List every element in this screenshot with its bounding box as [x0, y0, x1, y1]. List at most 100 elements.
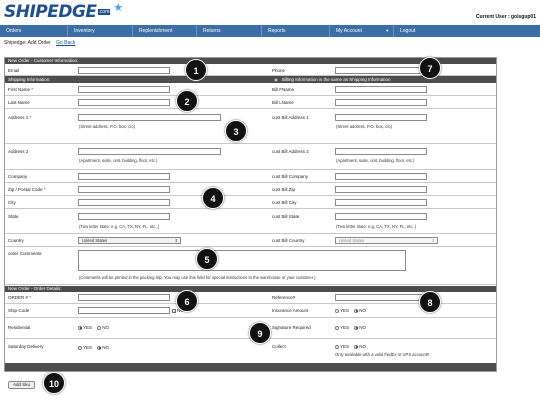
logo-text: SHIPEDGE [4, 2, 97, 22]
address2-hint: (Apartment, suite, unit, building, floor… [79, 158, 158, 163]
collect-yes-radio[interactable] [335, 344, 339, 349]
city-row: City cust Bill City [5, 196, 496, 209]
saturday-radio-group: YES NO [78, 345, 113, 350]
saturday-label: Saturday Delivery [8, 344, 44, 349]
shipedge-logo[interactable]: SHIPEDGE .com ★ [4, 2, 134, 23]
signature-radio-group: YES NO [335, 325, 370, 330]
first-name-input[interactable] [78, 86, 170, 93]
phone-input[interactable] [335, 67, 427, 74]
nav-my-account-label: My Account [336, 28, 362, 34]
city-label: City [8, 200, 16, 205]
bill-country-select[interactable]: United States ⇕ [335, 237, 438, 244]
address1-input[interactable] [78, 114, 221, 121]
nav-reports[interactable]: Reports [262, 25, 330, 37]
saturday-no-radio[interactable] [97, 345, 102, 350]
billing-same-label: Billing Information is the same as Shipp… [282, 77, 391, 82]
residential-radio-group: YES NO [78, 325, 113, 330]
order-number-label: ORDER # * [8, 295, 32, 300]
ship-code-input[interactable] [78, 307, 170, 314]
reference-label: Reference# [272, 295, 296, 300]
comments-row: order Comments (Comments will be printed… [5, 247, 496, 285]
insurance-no-radio[interactable] [354, 308, 359, 313]
signature-no-radio[interactable] [354, 325, 359, 330]
collect-note: Only available with a valid FedEx or UPS… [335, 352, 430, 357]
nav-returns[interactable]: Returns [197, 25, 262, 37]
callout-marker-6: 6 [176, 290, 198, 312]
bill-city-input[interactable] [335, 199, 427, 206]
order-number-input[interactable] [78, 294, 170, 301]
city-input[interactable] [78, 199, 170, 206]
form-footer-bar [5, 363, 496, 371]
residential-yes-radio[interactable] [78, 325, 82, 330]
address2-label: Address 2 [8, 149, 29, 154]
bill-fname-input[interactable] [335, 86, 427, 93]
signature-label: Signature Required [272, 325, 311, 330]
last-name-input[interactable] [78, 99, 170, 106]
address2-row: Address 2 (Apartment, suite, unit, build… [5, 144, 496, 170]
add-order-form: New Order - Customer Information: Email … [4, 57, 497, 372]
billing-same-radio[interactable] [274, 77, 278, 82]
saturday-yes-radio[interactable] [78, 345, 82, 350]
comments-label: order Comments [8, 251, 42, 256]
comments-hint: (Comments will be printed in the packing… [79, 275, 316, 280]
insurance-yes-radio[interactable] [335, 308, 339, 313]
bill-company-input[interactable] [335, 173, 427, 180]
collect-radio-group: YES NO [335, 344, 370, 349]
bill-address1-input[interactable] [335, 114, 427, 121]
collect-no-radio[interactable] [354, 344, 359, 349]
bill-zip-label: cust Bill Zip [272, 187, 296, 192]
insurance-label: Insurance Amount [272, 308, 309, 313]
company-input[interactable] [78, 173, 170, 180]
address1-hint: (Street address, P.O. box, c/o) [79, 124, 136, 129]
state-hint: (Two letter state: e.g. CA, TX, NY, FL, … [79, 224, 160, 229]
chevron-down-icon: ▼ [385, 28, 390, 33]
bill-address2-label: cust Bill Address 2 [272, 149, 309, 154]
bill-address1-label: cust Bill Address 1 [272, 115, 309, 120]
ship-code-label: Ship-Code [8, 308, 30, 313]
callout-marker-9: 9 [249, 322, 271, 344]
bill-address1-hint: (Street address, P.O. box, c/o) [336, 124, 393, 129]
comments-textarea[interactable] [78, 250, 406, 271]
address1-row: Address 1 * (Street address, P.O. box, c… [5, 109, 496, 144]
reference-input[interactable] [335, 294, 427, 301]
bill-lname-label: Bill LName [272, 100, 294, 105]
first-name-label: First Name * [8, 87, 34, 92]
state-input[interactable] [78, 213, 170, 220]
company-label: Company [8, 174, 28, 179]
checkbox-icon[interactable]: ✓ [172, 308, 176, 313]
bill-state-input[interactable] [335, 213, 427, 220]
nav-my-account[interactable]: My Account ▼ [330, 25, 394, 37]
phone-label: Phone [272, 68, 286, 73]
billing-same-toggle[interactable]: Billing Information is the same as Shipp… [270, 76, 496, 83]
nav-inventory[interactable]: Inventory [68, 25, 133, 37]
bill-lname-input[interactable] [335, 99, 427, 106]
nav-logout[interactable]: Logout [394, 25, 540, 37]
zip-input[interactable] [78, 186, 170, 193]
bill-zip-input[interactable] [335, 186, 427, 193]
state-label: State [8, 214, 19, 219]
logo-suffix: .com [97, 9, 111, 15]
go-back-link[interactable]: Go Back [56, 40, 75, 46]
callout-marker-7: 7 [419, 57, 441, 79]
add-sku-button[interactable]: Add Sku [8, 381, 35, 389]
country-select[interactable]: United States ⇕ [78, 237, 181, 244]
last-name-label: Last Name [8, 100, 30, 105]
residential-label: Residential [8, 325, 31, 330]
insurance-radio-group: YES NO [335, 308, 370, 313]
bill-company-label: cust Bill Company [272, 174, 309, 179]
nav-orders[interactable]: Orders [0, 25, 68, 37]
email-input[interactable] [78, 67, 170, 74]
bill-address2-input[interactable] [335, 148, 427, 155]
bill-state-label: cust Bill State [272, 214, 300, 219]
state-row: State (Two letter state: e.g. CA, TX, NY… [5, 209, 496, 234]
residential-no-radio[interactable] [97, 325, 102, 330]
callout-marker-10: 10 [43, 372, 65, 394]
saturday-row: Saturday Delivery YES NO Collect YES NO … [5, 339, 496, 360]
callout-marker-2: 2 [176, 90, 198, 112]
bill-country-label: cust Bill Country [272, 238, 305, 243]
address2-input[interactable] [78, 148, 221, 155]
nav-replenishment[interactable]: Replenishment [133, 25, 197, 37]
signature-yes-radio[interactable] [335, 325, 339, 330]
select-arrows-icon: ⇕ [431, 238, 435, 243]
shipping-section-header: Shipping Information: [5, 76, 270, 83]
